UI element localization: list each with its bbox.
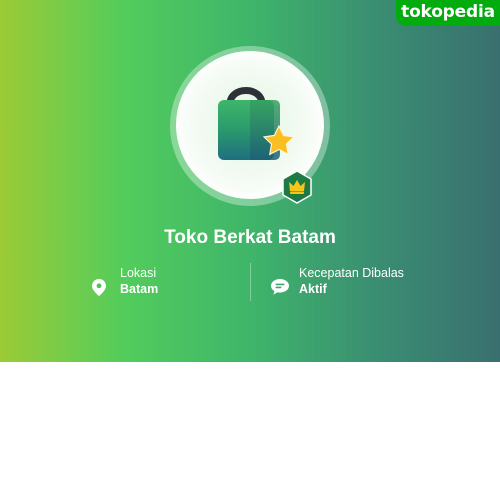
info-divider	[250, 263, 251, 301]
shop-header-banner: tokopedia Toko Berkat Batam Lokasi Batam…	[0, 0, 500, 362]
response-speed-value: Aktif	[299, 282, 327, 296]
tokopedia-logo-text: tokopedia	[401, 2, 495, 22]
chat-bubble-icon	[271, 279, 289, 295]
shopping-bag-star-icon	[218, 87, 296, 160]
tokopedia-logo[interactable]: tokopedia	[396, 0, 500, 26]
response-speed-label: Kecepatan Dibalas	[299, 266, 404, 280]
location-value: Batam	[120, 282, 159, 296]
page-body	[0, 362, 500, 500]
crown-badge-icon	[282, 170, 312, 204]
location-pin-icon	[92, 279, 106, 296]
shop-name: Toko Berkat Batam	[164, 227, 336, 248]
location-label: Lokasi	[120, 266, 157, 280]
